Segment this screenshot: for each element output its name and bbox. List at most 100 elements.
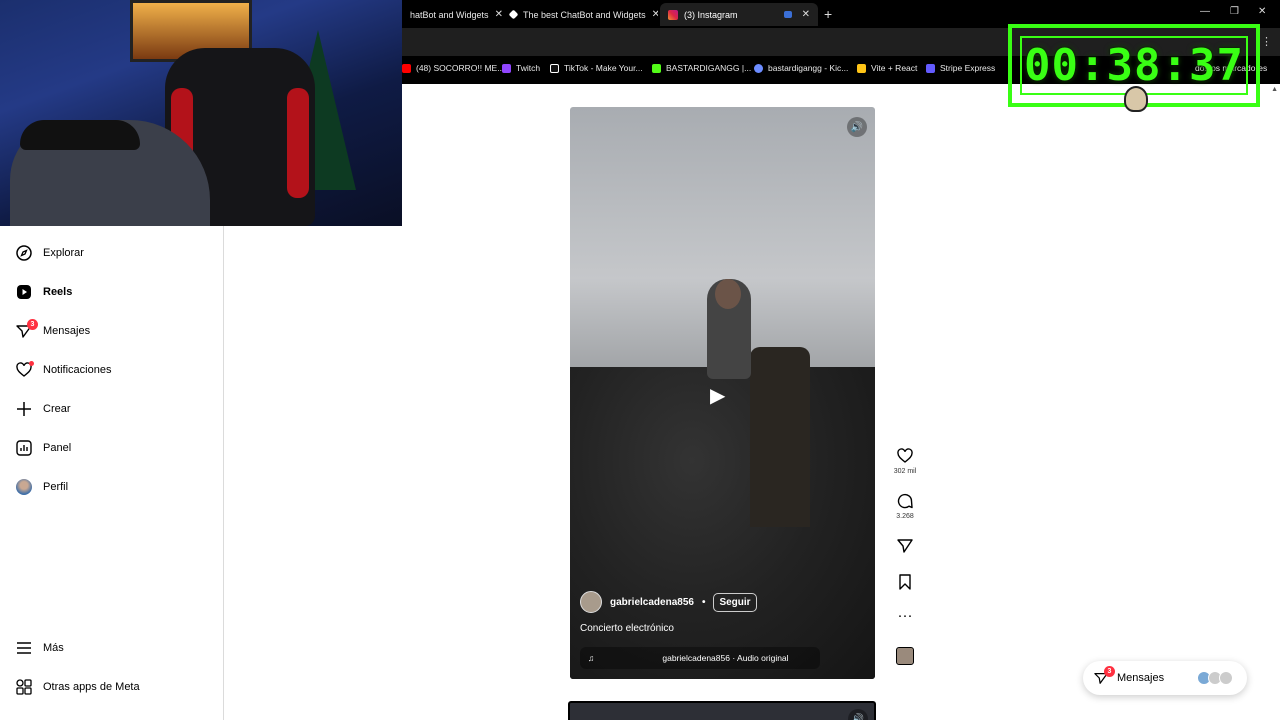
reel-caption: Concierto electrónico	[580, 623, 674, 634]
notification-badge: 3	[27, 319, 38, 330]
sidebar-item-label: Notificaciones	[43, 364, 112, 376]
new-tab-button[interactable]: +	[824, 6, 832, 22]
notification-dot	[29, 361, 34, 366]
timer-avatar	[1124, 86, 1148, 112]
sidebar-item-label: Reels	[43, 286, 73, 298]
close-tab-icon[interactable]: ✕	[495, 9, 502, 20]
author-username[interactable]: gabrielcadena856	[610, 597, 694, 608]
bookmark-item[interactable]: Twitch	[502, 63, 540, 73]
share-icon[interactable]	[897, 538, 913, 558]
save-action[interactable]	[888, 574, 922, 594]
stripe-icon	[926, 63, 935, 73]
scroll-up-arrow-icon[interactable]: ▲	[1271, 86, 1278, 93]
instagram-sidebar: Explorar Reels 3 Mensajes Notificaciones…	[0, 226, 224, 720]
close-tab-icon[interactable]: ✕	[802, 9, 810, 20]
music-note-icon: ♫	[588, 653, 595, 663]
minimize-icon[interactable]: —	[1200, 6, 1210, 17]
author-avatar[interactable]	[580, 591, 602, 613]
twitch-icon	[502, 63, 511, 73]
audio-thumb[interactable]	[888, 647, 922, 665]
browser-tab[interactable]: hatBot and Widgets ✕	[402, 3, 502, 26]
messages-floating-button[interactable]: 3 Mensajes	[1083, 661, 1247, 695]
video-singer	[707, 279, 751, 379]
sidebar-item-explorar[interactable]: Explorar	[16, 240, 84, 266]
hamburger-icon	[16, 640, 32, 656]
heart-icon	[16, 361, 34, 378]
sidebar-item-label: Panel	[43, 442, 72, 454]
reel-video[interactable]: ▶ 🔊 gabrielcadena856 • Seguir Concierto …	[570, 107, 875, 679]
avatar	[16, 479, 32, 495]
sidebar-item-label: Más	[43, 642, 64, 654]
tab-title: (3) Instagram	[684, 9, 738, 20]
comment-icon[interactable]	[897, 493, 913, 513]
sidebar-item-crear[interactable]: Crear	[16, 396, 71, 422]
bookmark-item[interactable]: Vite + React	[857, 63, 917, 73]
bookmark-item[interactable]: Stripe Express	[926, 63, 995, 73]
volume-icon[interactable]: 🔊	[848, 709, 868, 720]
recent-contacts-avatars	[1197, 671, 1233, 685]
play-icon[interactable]: ▶	[710, 383, 725, 408]
sidebar-item-notificaciones[interactable]: Notificaciones	[16, 357, 111, 383]
streamer-cap	[20, 120, 140, 150]
comment-action[interactable]: 3.268	[888, 493, 922, 520]
maximize-icon[interactable]: ❐	[1230, 6, 1239, 17]
next-reel-preview[interactable]: 🔊	[568, 701, 876, 720]
vite-icon	[857, 63, 866, 73]
more-action[interactable]: ···	[888, 608, 922, 624]
follow-button[interactable]: Seguir	[713, 592, 757, 612]
comment-count: 3.268	[896, 513, 914, 520]
video-trunk	[750, 347, 810, 527]
bookmark-icon[interactable]	[897, 574, 913, 594]
messenger-icon: 3	[1093, 666, 1115, 686]
sidebar-item-mas[interactable]: Más	[16, 635, 64, 661]
bookmark-item[interactable]: TikTok - Make Your...	[550, 63, 643, 73]
close-window-icon[interactable]: ✕	[1258, 6, 1266, 17]
plus-icon	[16, 401, 32, 417]
sidebar-item-reels[interactable]: Reels	[16, 279, 72, 305]
bookmark-item[interactable]: bastardigangg - Kic...	[754, 63, 848, 73]
tab-title: hatBot and Widgets	[410, 9, 489, 20]
sidebar-item-label: Crear	[43, 403, 71, 415]
menu-kebab-icon[interactable]: ⋮	[1261, 35, 1272, 48]
messenger-icon: 3	[16, 319, 38, 339]
separator-dot: •	[701, 596, 706, 608]
stream-timer: 00:38:37	[1008, 24, 1260, 112]
chart-icon	[16, 440, 32, 456]
volume-icon[interactable]: 🔊	[847, 117, 867, 137]
reel-author: gabrielcadena856 • Seguir	[580, 591, 757, 613]
webcam-overlay	[0, 0, 402, 226]
reels-icon	[16, 284, 32, 300]
close-tab-icon[interactable]: ✕	[652, 9, 658, 20]
sidebar-item-label: Otras apps de Meta	[43, 681, 140, 693]
grid-icon	[16, 679, 32, 695]
screen: hatBot and Widgets ✕ The best ChatBot an…	[0, 0, 1280, 720]
messages-label: Mensajes	[1117, 672, 1165, 684]
bookmark-item[interactable]: (48) SOCORRO!! ME...	[402, 63, 504, 73]
youtube-icon	[402, 63, 411, 73]
browser-tab-active[interactable]: (3) Instagram ✕	[660, 3, 818, 26]
share-action[interactable]	[888, 538, 922, 558]
like-action[interactable]: 302 mil	[888, 448, 922, 475]
chatbot-favicon-icon	[508, 9, 519, 20]
heart-icon[interactable]	[897, 448, 913, 468]
more-options-icon[interactable]: ···	[898, 608, 913, 624]
audio-label: gabrielcadena856 · Audio original	[662, 653, 789, 663]
browser-tab[interactable]: The best ChatBot and Widgets ✕	[502, 3, 658, 26]
bookmark-item[interactable]: BASTARDIGANGG |...	[652, 63, 751, 73]
kick-icon	[652, 63, 661, 73]
tiktok-icon	[550, 63, 559, 73]
link-icon	[754, 63, 763, 73]
audio-thumbnail[interactable]	[896, 647, 914, 665]
sidebar-item-perfil[interactable]: Perfil	[16, 474, 68, 500]
reel-audio[interactable]: ♫ gabrielcadena856 · Audio original	[580, 647, 820, 669]
like-count: 302 mil	[893, 468, 917, 475]
sidebar-item-mensajes[interactable]: 3 Mensajes	[16, 318, 90, 344]
instagram-favicon-icon	[668, 9, 678, 20]
sidebar-item-panel[interactable]: Panel	[16, 435, 71, 461]
compass-icon	[16, 245, 32, 261]
sidebar-item-label: Mensajes	[43, 325, 91, 337]
sidebar-item-label: Explorar	[43, 247, 84, 259]
screen-share-icon	[783, 11, 792, 18]
sidebar-item-otras-apps[interactable]: Otras apps de Meta	[16, 674, 140, 700]
sidebar-item-label: Perfil	[43, 481, 69, 493]
